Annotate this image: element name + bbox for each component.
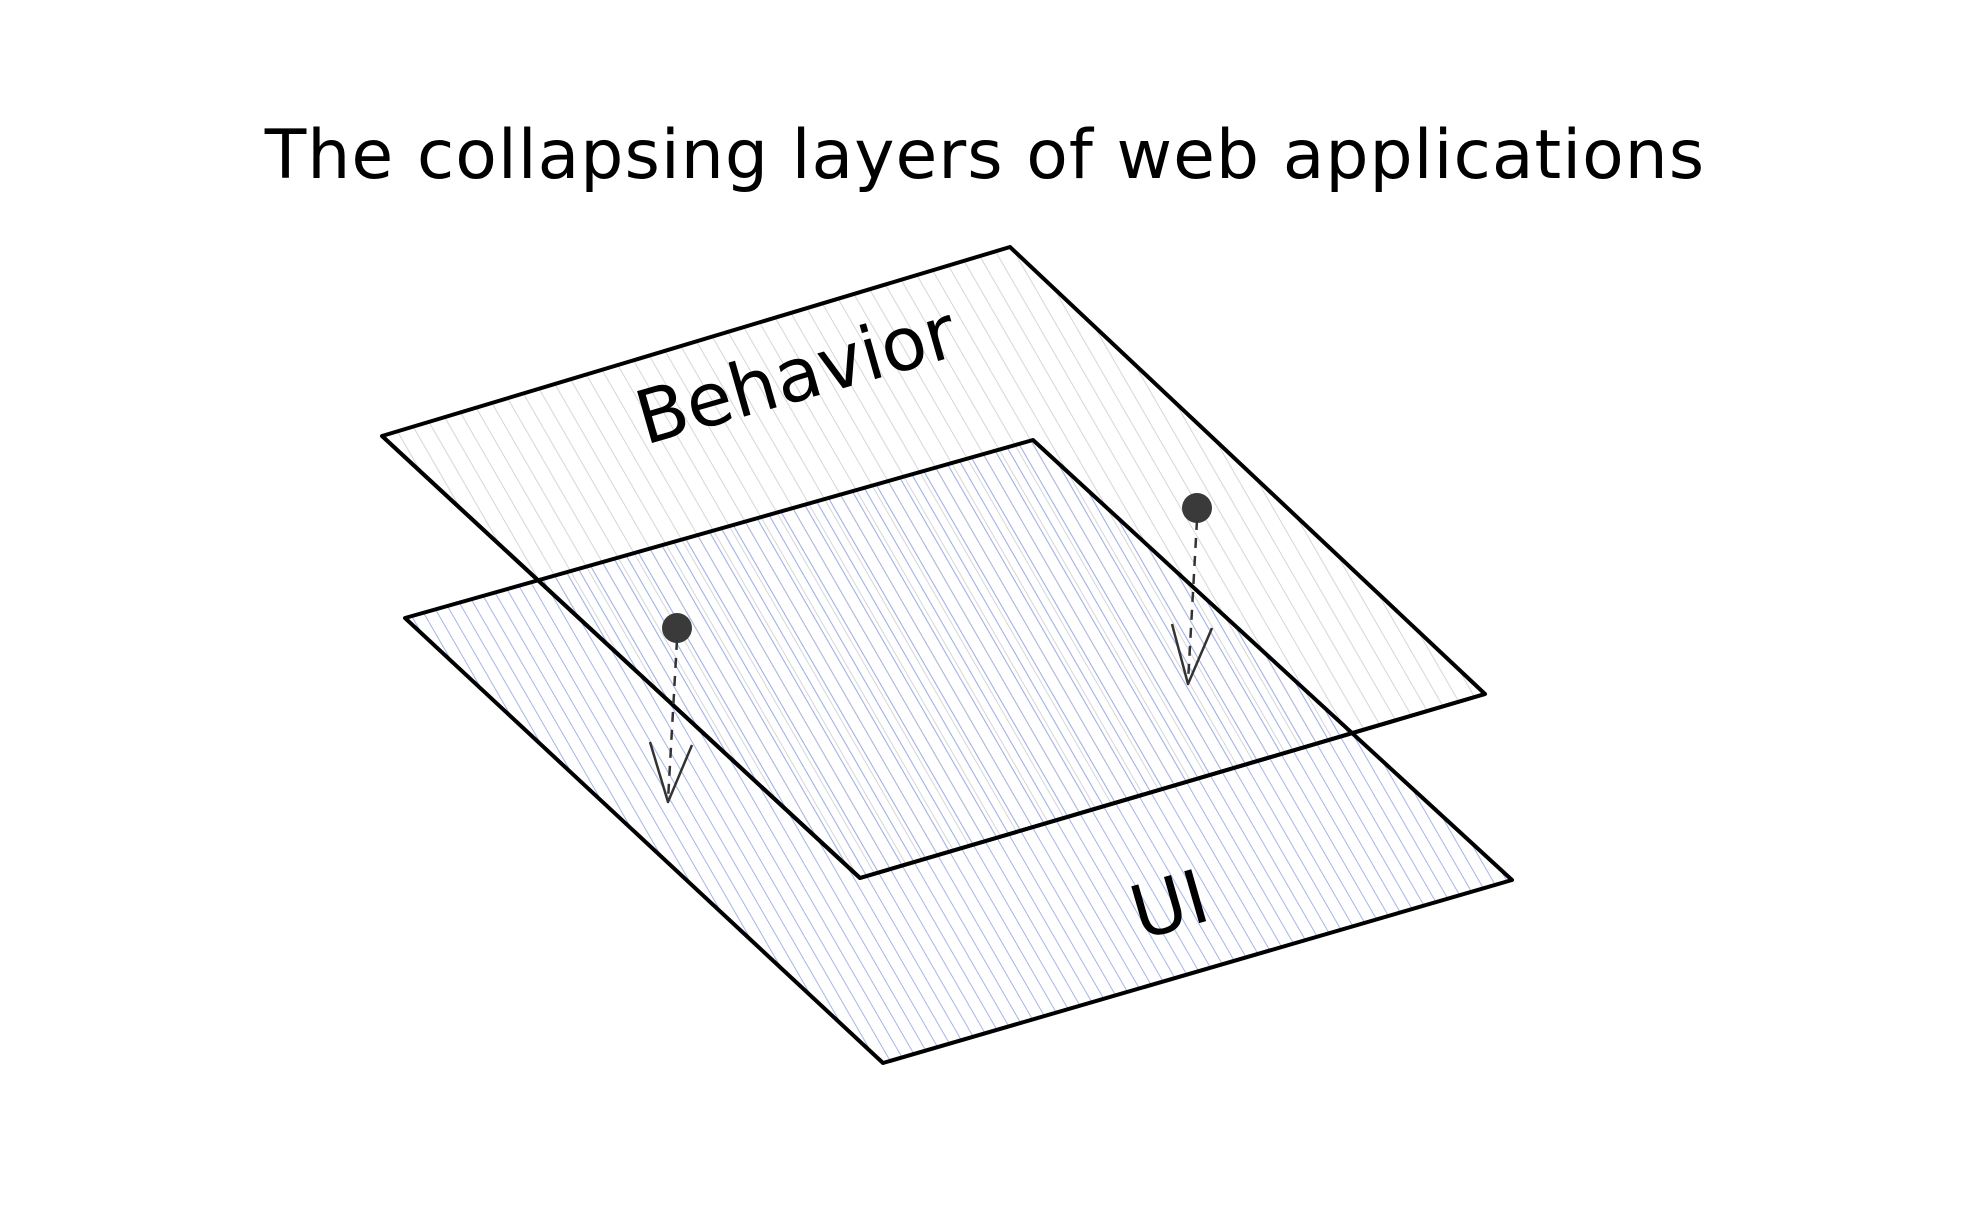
marker-dot-left [662,613,692,643]
layers-diagram: The collapsing layers of web application… [264,116,1705,1065]
diagram-title: The collapsing layers of web application… [264,116,1705,195]
marker-dot-right [1182,493,1212,523]
diagram-canvas: The collapsing layers of web application… [0,0,1965,1215]
